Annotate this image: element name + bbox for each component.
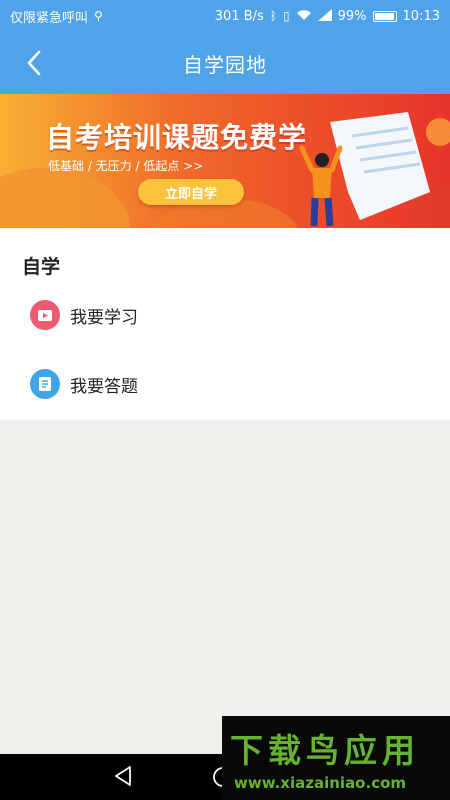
network-speed: 301 B/s: [214, 8, 264, 24]
bluetooth-icon: ᛒ: [269, 9, 278, 23]
section-title: 自学: [22, 256, 61, 278]
nav-back-icon[interactable]: [112, 764, 134, 788]
watermark: 下载鸟应用 www.xiazainiao.com: [222, 716, 450, 800]
carrier-text: 仅限紧急呼叫: [10, 10, 89, 26]
answer-menu-item[interactable]: 我要答题: [0, 355, 450, 413]
banner-subline: 低基础 / 无压力 / 低起点 >>: [48, 159, 204, 173]
wifi-icon: [296, 9, 312, 23]
app-bar: 自学园地: [0, 32, 450, 94]
answer-sheet-icon: [30, 369, 60, 399]
battery-icon: [372, 10, 397, 22]
status-bar: 仅限紧急呼叫 ⚲ 301 B/s ᛒ ▯ 99% 10:13: [0, 0, 450, 32]
banner-headline: 自考培训课题免费学: [46, 121, 308, 154]
status-left: 仅限紧急呼叫 ⚲: [10, 7, 103, 26]
promo-banner[interactable]: 自考培训课题免费学 低基础 / 无压力 / 低起点 >> 立即自学: [0, 94, 450, 228]
page-title: 自学园地: [183, 52, 267, 77]
vibrate-icon: ▯: [283, 9, 290, 23]
chevron-left-icon: [27, 50, 41, 76]
clock: 10:13: [402, 8, 440, 24]
video-play-icon: [30, 300, 60, 330]
watermark-url: www.xiazainiao.com: [234, 774, 407, 792]
start-study-button[interactable]: 立即自学: [138, 179, 244, 205]
back-button[interactable]: [18, 46, 50, 80]
self-study-section: 自学 我要学习 我要答题: [0, 228, 450, 420]
menu-item-label: 我要学习: [70, 307, 138, 328]
watermark-title: 下载鸟应用: [230, 731, 420, 770]
battery-percent: 99%: [337, 8, 367, 24]
student-scroll-illustration: [299, 112, 450, 228]
menu-item-label: 我要答题: [70, 376, 138, 397]
study-menu-item[interactable]: 我要学习: [0, 286, 450, 344]
banner-decoration: [0, 168, 130, 228]
usb-icon: ⚲: [94, 9, 103, 23]
status-right: 301 B/s ᛒ ▯ 99% 10:13: [215, 9, 440, 24]
signal-icon: [317, 9, 332, 23]
